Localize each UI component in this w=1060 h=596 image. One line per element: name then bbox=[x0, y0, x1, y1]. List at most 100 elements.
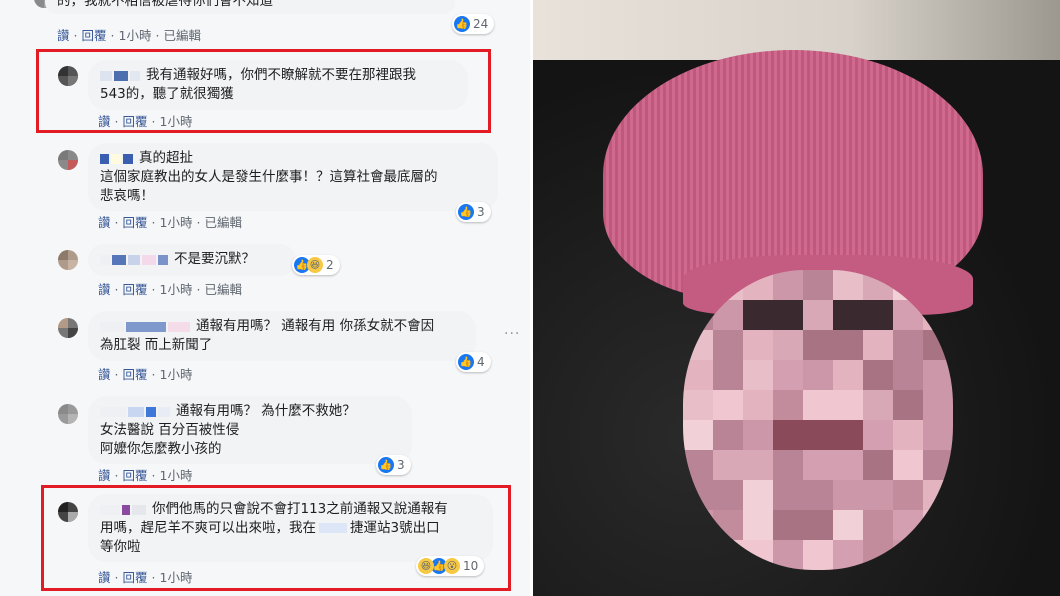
like-link[interactable]: 讚 bbox=[98, 215, 111, 230]
commenter-name[interactable] bbox=[100, 150, 135, 164]
mosaic-tile bbox=[683, 450, 713, 480]
mosaic-tile bbox=[863, 390, 893, 420]
mosaic-tile bbox=[923, 480, 953, 510]
timestamp[interactable]: 1小時 bbox=[119, 28, 152, 43]
avatar[interactable] bbox=[58, 250, 78, 270]
reaction-count[interactable]: 👍 24 bbox=[452, 14, 495, 34]
mosaic-tile bbox=[773, 420, 803, 450]
comment-bubble: 我有通報好嗎，你們不瞭解就不要在那裡跟我 543的，聽了就很獨獲 bbox=[88, 60, 468, 110]
mosaic-tile bbox=[893, 330, 923, 360]
commenter-name[interactable] bbox=[100, 318, 192, 332]
mosaic-tile bbox=[713, 270, 743, 300]
reaction-count[interactable]: 😆 👍 😮 10 bbox=[416, 556, 485, 576]
mosaic-tile bbox=[923, 390, 953, 420]
avatar[interactable] bbox=[58, 150, 78, 170]
reply-link[interactable]: 回覆 bbox=[123, 367, 148, 382]
timestamp[interactable]: 1小時 bbox=[160, 367, 193, 382]
mosaic-tile bbox=[743, 480, 773, 510]
timestamp[interactable]: 1小時 bbox=[160, 282, 193, 297]
mosaic-tile bbox=[713, 300, 743, 330]
mosaic-tile bbox=[833, 390, 863, 420]
mosaic-tile bbox=[863, 300, 893, 330]
mosaic-tile bbox=[713, 330, 743, 360]
reply-link[interactable]: 回覆 bbox=[123, 114, 148, 129]
mosaic-tile bbox=[893, 390, 923, 420]
timestamp[interactable]: 1小時 bbox=[160, 114, 193, 129]
comment-actions: 讚 · 回覆 · 1小時 · 已編輯 bbox=[57, 28, 201, 43]
timestamp[interactable]: 1小時 bbox=[160, 468, 193, 483]
like-icon: 👍 bbox=[458, 204, 474, 220]
mosaic-tile bbox=[743, 540, 773, 570]
reaction-count[interactable]: 👍 3 bbox=[376, 455, 411, 475]
mosaic-tile bbox=[923, 270, 953, 300]
reply-link[interactable]: 回覆 bbox=[82, 28, 107, 43]
mosaic-tile bbox=[713, 420, 743, 450]
timestamp[interactable]: 1小時 bbox=[160, 215, 193, 230]
like-link[interactable]: 讚 bbox=[98, 114, 111, 129]
avatar[interactable] bbox=[58, 404, 78, 424]
mosaic-tile bbox=[923, 540, 953, 570]
like-link[interactable]: 讚 bbox=[98, 282, 111, 297]
avatar[interactable] bbox=[58, 66, 78, 86]
mosaic-tile bbox=[893, 420, 923, 450]
comment-text: 真的超扯 這個家庭教出的女人是發生什麼事！？這算社會最底層的 悲哀嗎！ bbox=[100, 150, 438, 204]
reaction-count[interactable]: 👍 3 bbox=[456, 202, 491, 222]
commenter-name[interactable] bbox=[100, 501, 148, 515]
reply-link[interactable]: 回覆 bbox=[123, 215, 148, 230]
mosaic-tile bbox=[743, 450, 773, 480]
mosaic-tile bbox=[833, 450, 863, 480]
mosaic-tile bbox=[833, 420, 863, 450]
mosaic-tile bbox=[743, 330, 773, 360]
reply-link[interactable]: 回覆 bbox=[123, 570, 148, 585]
mosaic-tile bbox=[683, 540, 713, 570]
commenter-name[interactable] bbox=[100, 67, 142, 81]
comment-text: 的，我就不相信被虐待你們會不知道 bbox=[57, 0, 273, 9]
mosaic-tile bbox=[863, 480, 893, 510]
like-link[interactable]: 讚 bbox=[57, 28, 70, 43]
reaction-count[interactable]: 👍 😆 2 bbox=[292, 255, 340, 275]
reaction-count[interactable]: 👍 4 bbox=[456, 352, 491, 372]
mosaic-tile bbox=[713, 480, 743, 510]
mosaic-tile bbox=[833, 480, 863, 510]
haha-icon: 😆 bbox=[418, 558, 434, 574]
profile-photo bbox=[533, 0, 1060, 596]
edited-label[interactable]: 已編輯 bbox=[163, 28, 201, 43]
mosaic-tile bbox=[863, 330, 893, 360]
mosaic-tile bbox=[773, 300, 803, 330]
mosaic-tile bbox=[803, 540, 833, 570]
mosaic-tile bbox=[743, 270, 773, 300]
mosaic-tile bbox=[683, 270, 713, 300]
mosaic-tile bbox=[683, 480, 713, 510]
comment-actions: 讚 · 回覆 · 1小時 bbox=[98, 367, 193, 382]
mosaic-tile bbox=[743, 420, 773, 450]
comment-text: 你們他馬的只會說不會打113之前通報又說通報有 bbox=[152, 501, 448, 517]
reply-link[interactable]: 回覆 bbox=[123, 468, 148, 483]
mosaic-tile bbox=[713, 450, 743, 480]
mosaic-tile bbox=[683, 420, 713, 450]
like-link[interactable]: 讚 bbox=[98, 570, 111, 585]
mosaic-tile bbox=[893, 450, 923, 480]
mosaic-tile bbox=[923, 360, 953, 390]
comment-bubble: 你們他馬的只會說不會打113之前通報又說通報有 用嗎，趕尼羊不爽可以出來啦，我在… bbox=[88, 494, 493, 562]
mosaic-tile bbox=[743, 360, 773, 390]
timestamp[interactable]: 1小時 bbox=[160, 570, 193, 585]
mosaic-tile bbox=[833, 360, 863, 390]
edited-label[interactable]: 已編輯 bbox=[204, 215, 242, 230]
reply-link[interactable]: 回覆 bbox=[123, 282, 148, 297]
more-options-icon[interactable]: ··· bbox=[504, 326, 520, 342]
edited-label[interactable]: 已編輯 bbox=[204, 282, 242, 297]
mosaic-tile bbox=[713, 540, 743, 570]
like-link[interactable]: 讚 bbox=[98, 367, 111, 382]
mosaic-tile bbox=[833, 540, 863, 570]
comment-actions: 讚 · 回覆 · 1小時 · 已編輯 bbox=[98, 282, 242, 297]
mosaic-tile bbox=[833, 330, 863, 360]
mosaic-tile bbox=[683, 330, 713, 360]
like-link[interactable]: 讚 bbox=[98, 468, 111, 483]
comment-actions: 讚 · 回覆 · 1小時 bbox=[98, 468, 193, 483]
mosaic-tile bbox=[683, 390, 713, 420]
commenter-name[interactable] bbox=[100, 403, 172, 417]
commenter-name[interactable] bbox=[100, 251, 170, 265]
avatar[interactable] bbox=[58, 502, 78, 522]
mosaic-tile bbox=[773, 330, 803, 360]
avatar[interactable] bbox=[58, 318, 78, 338]
